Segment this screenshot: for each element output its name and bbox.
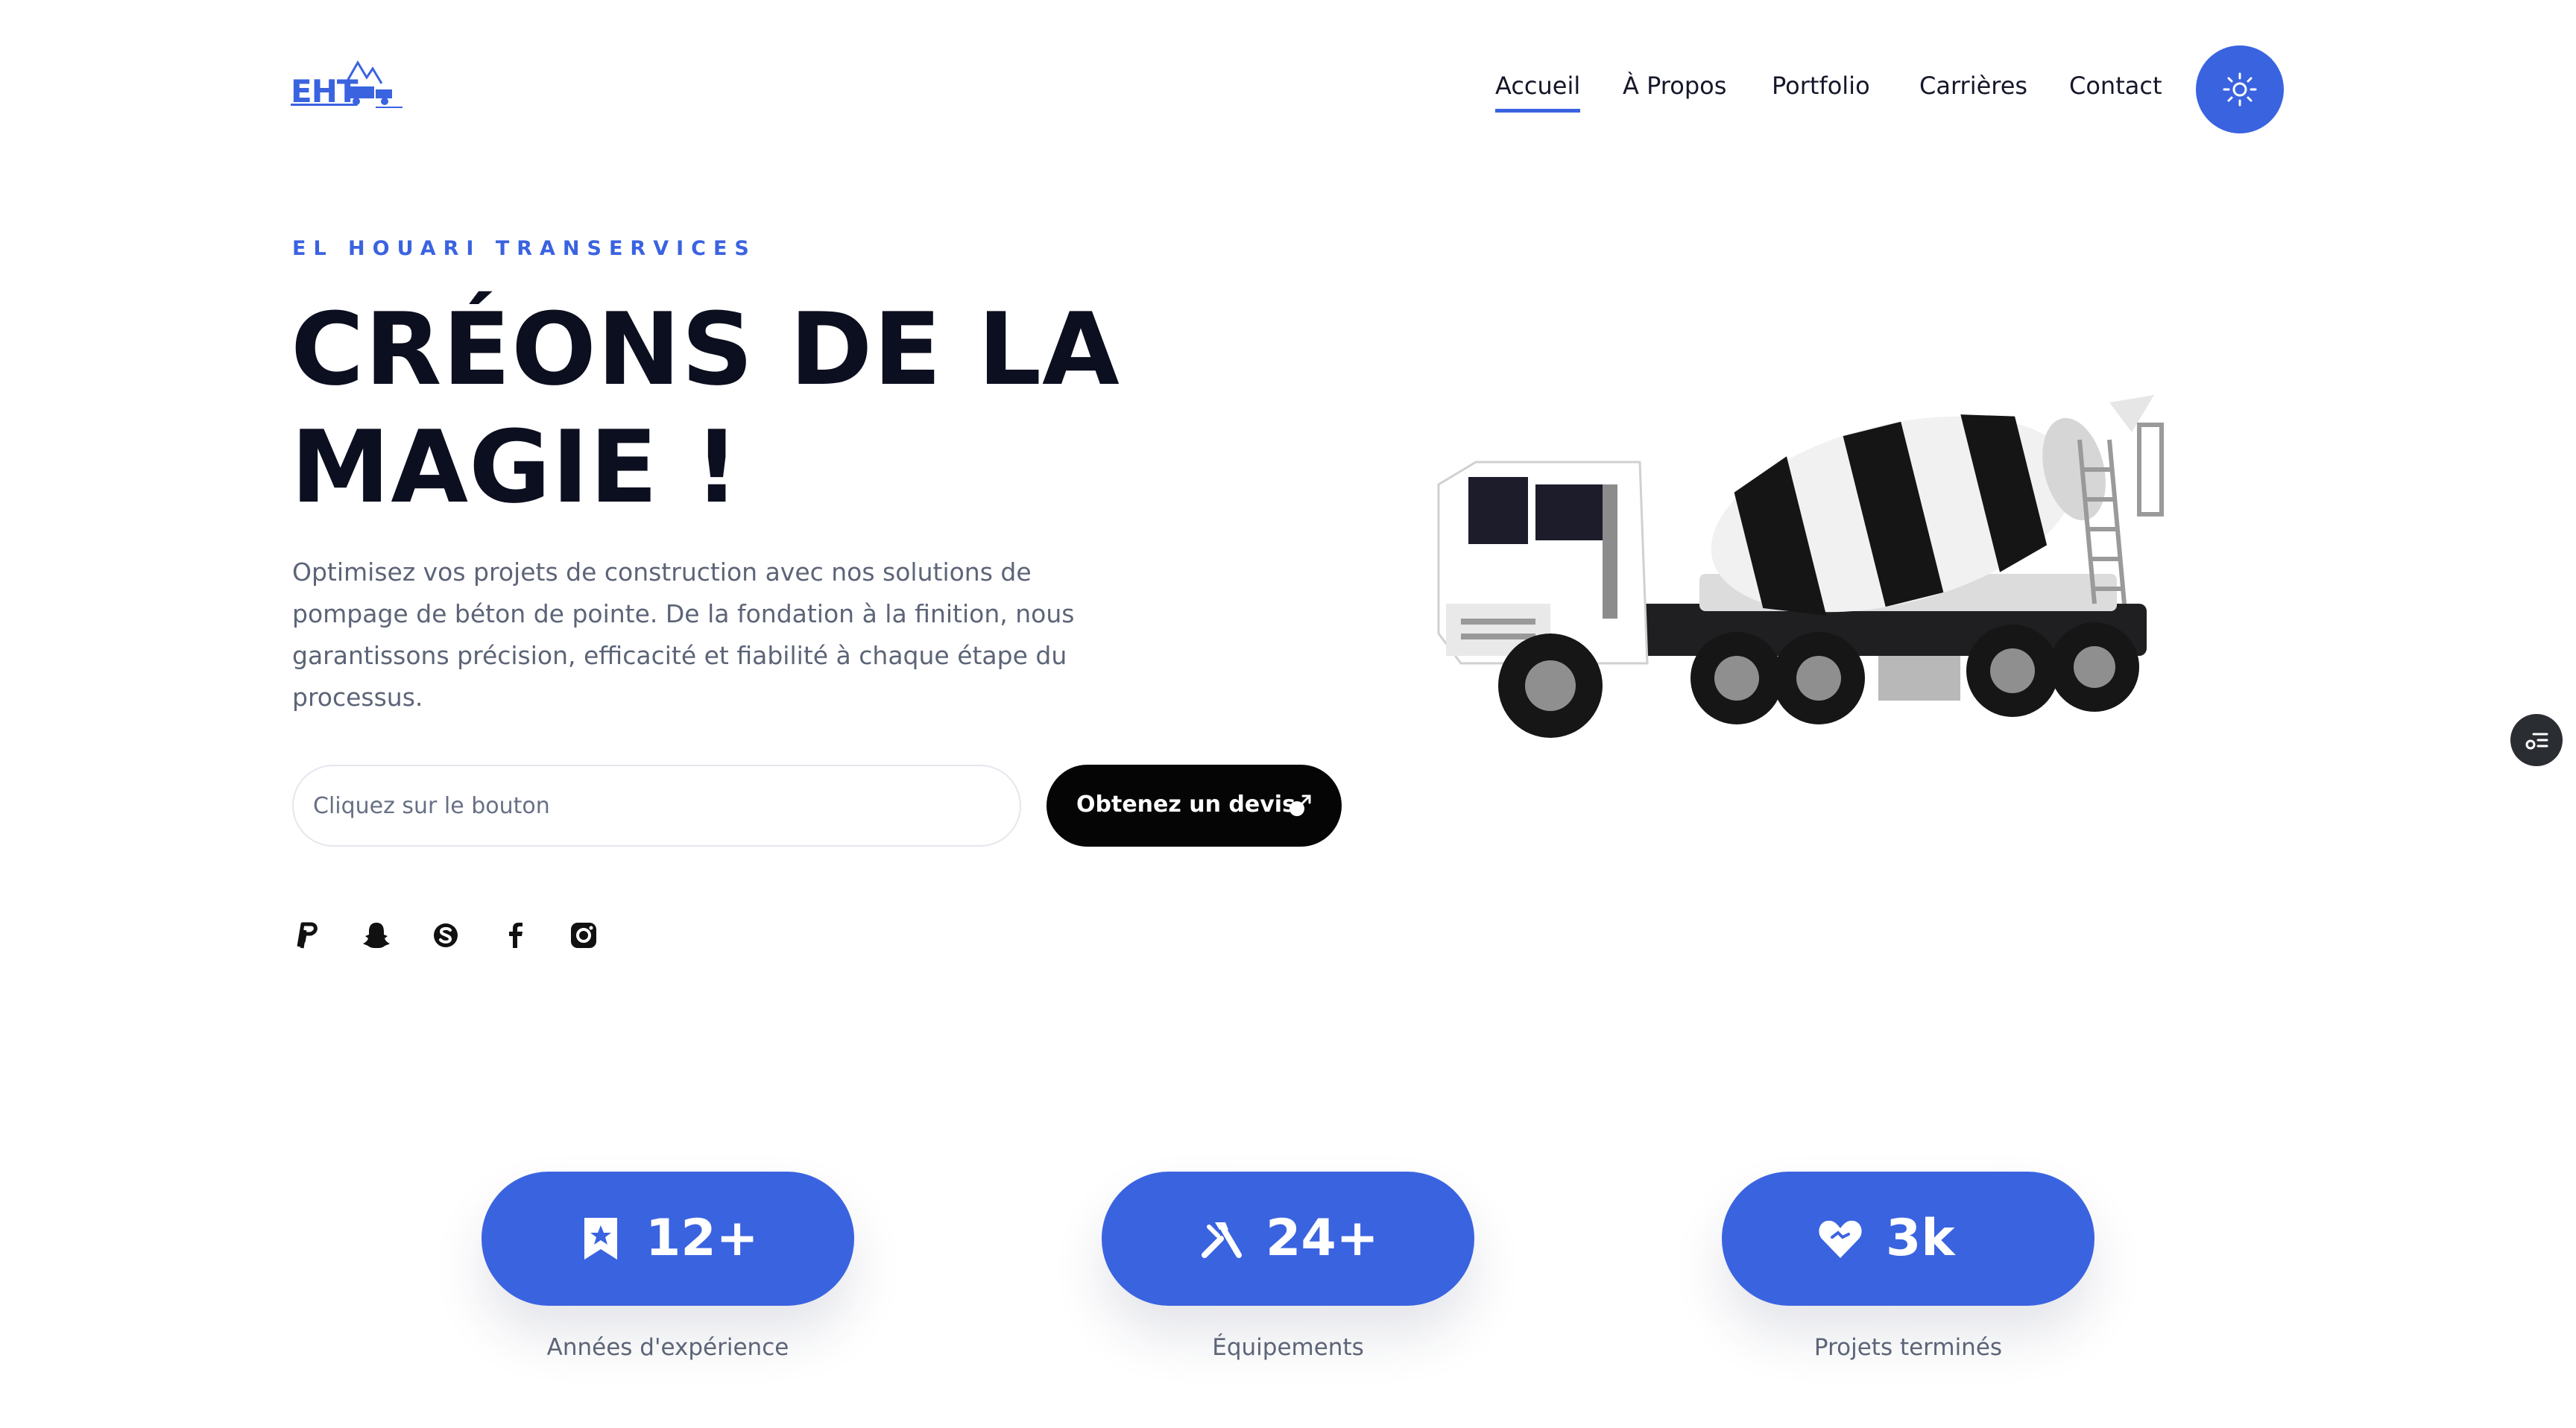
bookmark-star-icon	[584, 1218, 617, 1260]
nav-a-propos[interactable]: À Propos	[1623, 72, 1726, 104]
nav-carrieres[interactable]: Carrières	[1919, 72, 2027, 104]
get-quote-button[interactable]: Obtenez un devis	[1046, 765, 1342, 847]
concrete-mixer-truck-image	[1437, 395, 2164, 738]
hero-headline: CRÉONS DE LA MAGIE !	[291, 291, 1120, 525]
stat-projects-label: Projets terminés	[1813, 1334, 2003, 1361]
settings-float-button[interactable]	[2510, 714, 2563, 766]
logo-truck-icon	[344, 60, 402, 108]
skype-icon[interactable]	[430, 920, 461, 951]
heart-handshake-icon	[1819, 1220, 1862, 1258]
brand-logo[interactable]: EHT	[291, 58, 402, 118]
get-quote-label: Obtenez un devis	[1076, 792, 1295, 818]
stat-equipment-pill: 24+	[1102, 1172, 1474, 1306]
stat-projects-value: 3k	[1886, 1209, 1955, 1268]
stat-projects-pill: 3k	[1722, 1172, 2094, 1306]
stat-experience-pill: 12+	[482, 1172, 854, 1306]
hero-description: Optimisez vos projets de construction av…	[292, 557, 1075, 712]
quote-input-placeholder: Cliquez sur le bouton	[313, 793, 550, 819]
tools-icon	[1202, 1222, 1242, 1258]
stat-experience-value: 12+	[645, 1209, 759, 1268]
quote-input[interactable]: Cliquez sur le bouton	[292, 765, 1021, 847]
stat-experience-label: Années d'expérience	[546, 1334, 789, 1361]
facebook-icon[interactable]	[499, 920, 531, 951]
hero-tagline: EL HOUARI TRANSERVICES	[292, 237, 757, 260]
nav-accueil[interactable]: Accueil	[1495, 72, 1581, 113]
nav-contact[interactable]: Contact	[2069, 72, 2162, 104]
snapchat-icon[interactable]	[361, 920, 392, 951]
paypal-icon[interactable]	[291, 920, 323, 951]
sun-icon	[2223, 72, 2257, 107]
stat-equipment-value: 24+	[1266, 1209, 1379, 1268]
nav-portfolio[interactable]: Portfolio	[1772, 72, 1870, 104]
theme-toggle-button[interactable]	[2196, 45, 2284, 133]
arrow-up-right-icon	[1289, 794, 1311, 816]
settings-list-icon	[2525, 733, 2548, 750]
instagram-icon[interactable]	[568, 920, 599, 951]
stat-equipment-label: Équipements	[1212, 1334, 1364, 1361]
